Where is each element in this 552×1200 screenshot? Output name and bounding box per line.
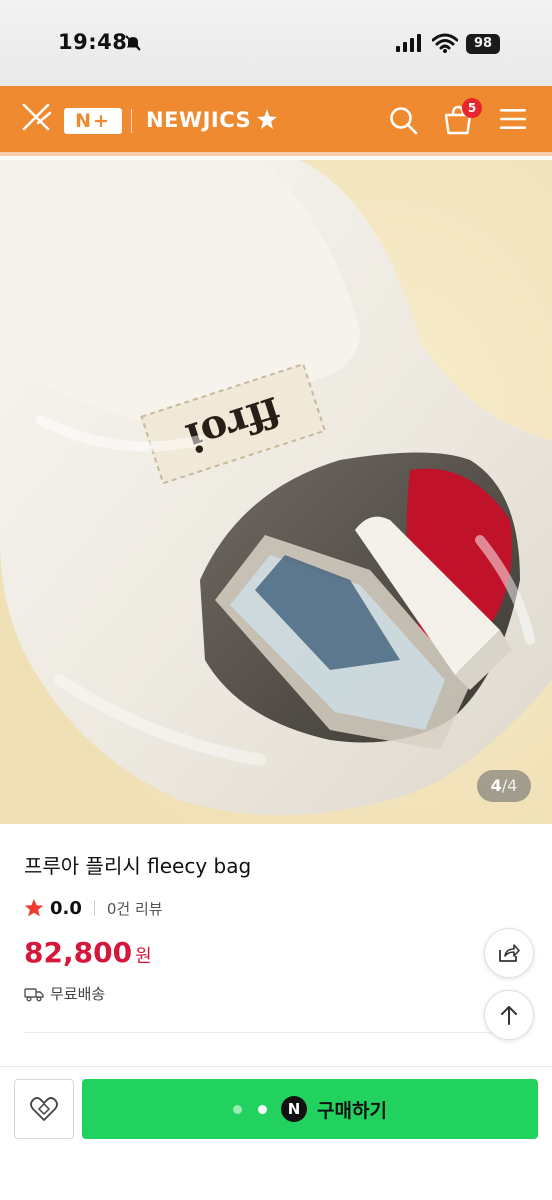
rating-divider	[93, 900, 95, 916]
loading-dot	[233, 1104, 243, 1114]
wifi-icon	[432, 33, 458, 53]
rating-row[interactable]: 0.0 0건 리뷰	[24, 896, 163, 920]
signal-icon	[396, 34, 421, 52]
star-icon	[24, 899, 44, 917]
nplus-logo[interactable]: N+	[64, 108, 122, 134]
price-row: 82,800 원	[24, 936, 152, 969]
status-bar: 19:48 98	[0, 0, 552, 86]
site-header: N+ NEWJICS 5	[0, 86, 552, 156]
wishlist-button[interactable]	[14, 1079, 74, 1139]
buy-button[interactable]: N 구매하기	[82, 1079, 538, 1139]
header-divider	[131, 109, 132, 133]
image-counter-current: 4	[490, 776, 502, 795]
naverpay-icon: N	[281, 1096, 308, 1122]
cart-count-badge: 5	[462, 98, 482, 118]
menu-icon[interactable]	[500, 108, 526, 130]
arrow-up-icon	[501, 1006, 517, 1025]
image-counter-total: /4	[501, 776, 518, 795]
price-unit: 원	[135, 946, 152, 967]
share-button[interactable]	[484, 928, 534, 978]
product-image[interactable]: ffroi	[0, 160, 552, 824]
loading-dots	[233, 1104, 268, 1114]
section-divider	[24, 1032, 528, 1033]
product-page: 19:48 98 N+ NEWJICS 5 ffroi 4/4 프루아 플리시 …	[0, 0, 552, 1200]
rating-value: 0.0	[50, 897, 82, 919]
loading-dot	[258, 1104, 268, 1114]
share-icon	[499, 944, 520, 962]
buy-button-label: 구매하기	[317, 1099, 387, 1122]
product-title: 프루아 플리시 fleecy bag	[24, 854, 252, 878]
close-x-icon[interactable]	[20, 101, 52, 133]
review-count-link[interactable]: 0건 리뷰	[107, 898, 163, 919]
heart-icon	[30, 1097, 58, 1121]
product-photo: ffroi	[0, 160, 552, 824]
truck-icon	[24, 987, 44, 1001]
shipping-text: 무료배송	[50, 985, 106, 1003]
star-logo-icon	[257, 109, 277, 129]
battery-level: 98	[466, 34, 500, 54]
shipping-row: 무료배송	[24, 983, 105, 1004]
status-time: 19:48	[58, 30, 128, 54]
image-counter: 4/4	[477, 770, 531, 802]
scroll-top-button[interactable]	[484, 990, 534, 1040]
bottom-action-bar: N 구매하기	[0, 1066, 552, 1200]
brand-name[interactable]: NEWJICS	[146, 108, 251, 132]
search-icon[interactable]	[388, 105, 418, 135]
price-value: 82,800	[24, 936, 133, 969]
bell-mute-icon	[125, 35, 141, 51]
